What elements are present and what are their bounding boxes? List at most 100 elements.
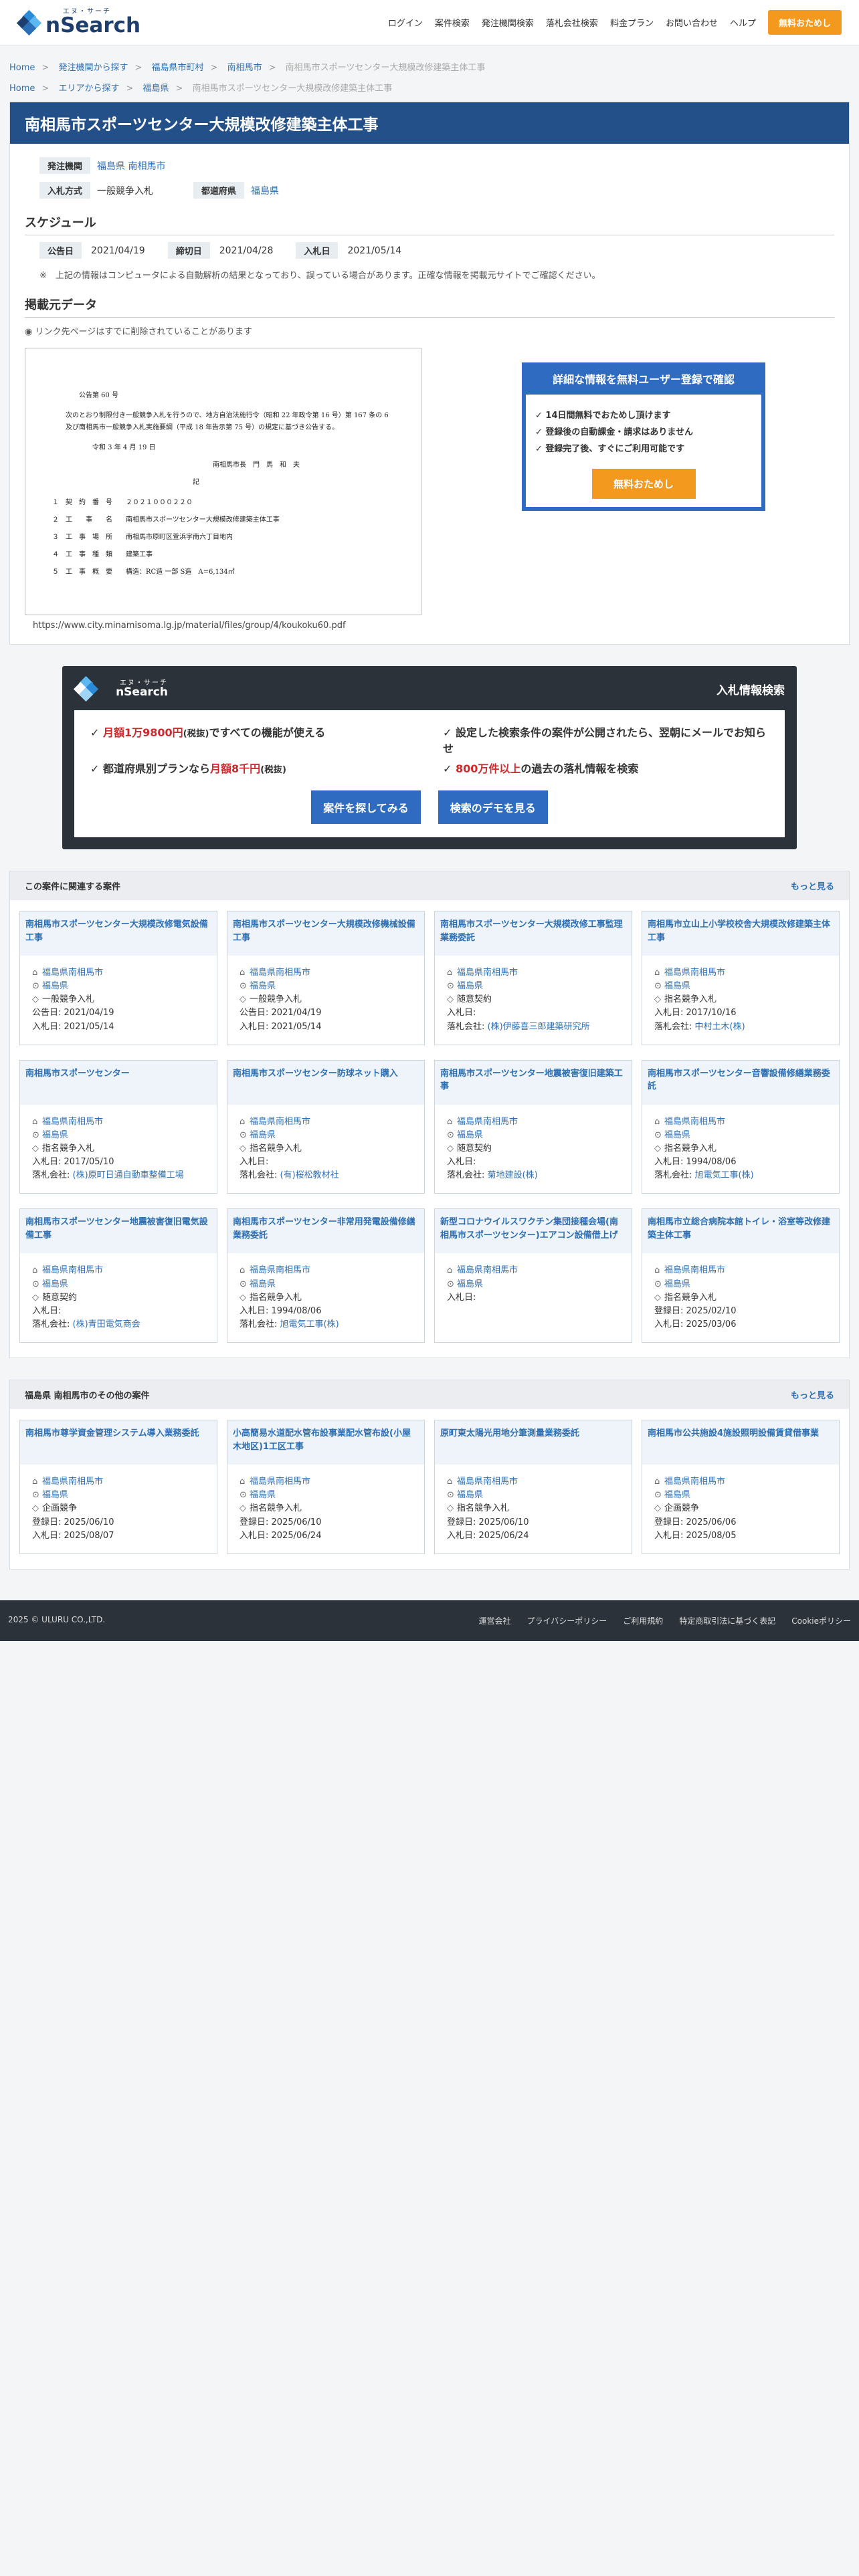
tender-card[interactable]: 南相馬市公共施設4施設照明設備賃貸借事業 ⌂ 福島県南相馬市 ⊙ 福島県 ◇ 企画競争 登録日… <box>642 1420 840 1554</box>
site-logo[interactable]: エヌ・サーチ nSearch <box>16 9 140 36</box>
find-tenders-button[interactable]: 案件を探してみる <box>311 790 421 824</box>
card-pref-link[interactable]: 福島県 <box>457 981 483 991</box>
card-pref-link[interactable]: 福島県 <box>664 981 690 991</box>
card-title[interactable]: 南相馬市立山上小学校校舎大規模改修建築主体工事 <box>642 911 839 956</box>
tender-card[interactable]: 南相馬市スポーツセンター防球ネット購入 ⌂ 福島県南相馬市 ⊙ 福島県 ◇ 指名競争入札 入札… <box>227 1059 425 1194</box>
tender-card[interactable]: 南相馬市スポーツセンター非常用発電設備修繕業務委託 ⌂ 福島県南相馬市 ⊙ 福島県 ◇ 指名… <box>227 1208 425 1344</box>
card-title[interactable]: 南相馬市スポーツセンター大規模改修電気設備工事 <box>20 911 217 956</box>
crumb-home[interactable]: Home <box>9 84 35 94</box>
card-title[interactable]: 南相馬市尊学資金管理システム導入業務委託 <box>20 1420 217 1465</box>
tender-card[interactable]: 南相馬市尊学資金管理システム導入業務委託 ⌂ 福島県南相馬市 ⊙ 福島県 ◇ 企画競争 登録日… <box>19 1420 217 1554</box>
nav-org-search[interactable]: 発注機関検索 <box>482 16 534 29</box>
card-org-link[interactable]: 福島県南相馬市 <box>457 968 518 978</box>
tender-card[interactable]: 南相馬市スポーツセンター大規模改修工事監理業務委託 ⌂ 福島県南相馬市 ⊙ 福島県 ◇ 随意… <box>434 911 632 1045</box>
nav-help[interactable]: ヘルプ <box>730 16 756 29</box>
promo-free-trial-button[interactable]: 無料おためし <box>591 469 696 499</box>
tender-card[interactable]: 南相馬市立総合病院本館トイレ・浴室等改修建築主体工事 ⌂ 福島県南相馬市 ⊙ 福島県 ◇ 指… <box>642 1208 840 1344</box>
card-org-link[interactable]: 福島県南相馬市 <box>457 1265 518 1275</box>
search-demo-button[interactable]: 検索のデモを見る <box>438 790 548 824</box>
card-winner-link[interactable]: (株)伊藤喜三郎建築研究所 <box>488 1022 590 1032</box>
crumb-minamisoma[interactable]: 南相馬市 <box>227 63 262 73</box>
footer-terms[interactable]: ご利用規約 <box>623 1615 663 1626</box>
tender-card[interactable]: 南相馬市立山上小学校校舎大規模改修建築主体工事 ⌂ 福島県南相馬市 ⊙ 福島県 ◇ 指名競争… <box>642 911 840 1045</box>
card-pref-link[interactable]: 福島県 <box>250 1279 276 1289</box>
card-pref-link[interactable]: 福島県 <box>250 981 276 991</box>
card-org-link[interactable]: 福島県南相馬市 <box>664 1117 725 1127</box>
card-winner-link[interactable]: 旭電気工事(株) <box>695 1170 754 1180</box>
card-org-link[interactable]: 福島県南相馬市 <box>664 1477 725 1487</box>
card-winner-link[interactable]: (株)青田電気商会 <box>73 1319 140 1329</box>
nav-winner-search[interactable]: 落札会社検索 <box>546 16 598 29</box>
card-org-link[interactable]: 福島県南相馬市 <box>457 1117 518 1127</box>
card-org-link[interactable]: 福島県南相馬市 <box>250 1117 310 1127</box>
crumb-fukushima[interactable]: 福島県 <box>143 84 169 94</box>
crumb-home[interactable]: Home <box>9 63 35 73</box>
card-title[interactable]: 南相馬市スポーツセンター音響設備修繕業務委託 <box>642 1060 839 1105</box>
card-title[interactable]: 南相馬市スポーツセンター地震被害復旧建築工事 <box>435 1060 632 1105</box>
card-title[interactable]: 南相馬市公共施設4施設照明設備賃貸借事業 <box>642 1420 839 1465</box>
card-winner-link[interactable]: (株)原町日通自動車整備工場 <box>73 1170 184 1180</box>
card-pref-link[interactable]: 福島県 <box>42 981 68 991</box>
card-title[interactable]: 南相馬市スポーツセンター大規模改修工事監理業務委託 <box>435 911 632 956</box>
footer-commerce[interactable]: 特定商取引法に基づく表記 <box>679 1615 775 1626</box>
footer-company[interactable]: 運営会社 <box>478 1615 510 1626</box>
pdf-url[interactable]: https://www.city.minamisoma.lg.jp/materi… <box>33 621 421 631</box>
card-org-link[interactable]: 福島県南相馬市 <box>664 1265 725 1275</box>
card-pref-link[interactable]: 福島県 <box>664 1490 690 1500</box>
card-title[interactable]: 南相馬市スポーツセンター地震被害復旧電気設備工事 <box>20 1209 217 1254</box>
card-pref-link[interactable]: 福島県 <box>457 1279 483 1289</box>
card-pref-link[interactable]: 福島県 <box>457 1490 483 1500</box>
more-link[interactable]: もっと見る <box>791 879 834 892</box>
card-pref-link[interactable]: 福島県 <box>250 1490 276 1500</box>
card-pref-link[interactable]: 福島県 <box>664 1130 690 1140</box>
card-title[interactable]: 南相馬市スポーツセンター非常用発電設備修繕業務委託 <box>227 1209 424 1254</box>
crumb-by-area[interactable]: エリアから探す <box>58 84 119 94</box>
org-link[interactable]: 福島県 南相馬市 <box>97 159 165 173</box>
card-title[interactable]: 原町東太陽光用地分筆測量業務委託 <box>435 1420 632 1465</box>
card-pref-link[interactable]: 福島県 <box>457 1130 483 1140</box>
card-title[interactable]: 新型コロナウイルスワクチン集団接種会場(南相馬市スポーツセンター)エアコン設備借… <box>435 1209 632 1254</box>
crumb-fukushima-cities[interactable]: 福島県市町村 <box>152 63 204 73</box>
pdf-preview[interactable]: 公告第 60 号 次のとおり制限付き一般競争入札を行うので、地方自治法施行令（昭… <box>25 348 421 615</box>
card-org-link[interactable]: 福島県南相馬市 <box>664 968 725 978</box>
footer-privacy[interactable]: プライバシーポリシー <box>527 1615 607 1626</box>
tender-card[interactable]: 新型コロナウイルスワクチン集団接種会場(南相馬市スポーツセンター)エアコン設備借… <box>434 1208 632 1344</box>
card-winner-link[interactable]: 旭電気工事(株) <box>280 1319 339 1329</box>
card-winner-link[interactable]: 中村土木(株) <box>695 1022 745 1032</box>
tender-card[interactable]: 南相馬市スポーツセンター地震被害復旧建築工事 ⌂ 福島県南相馬市 ⊙ 福島県 ◇ 随意契約入… <box>434 1059 632 1194</box>
crumb-by-org[interactable]: 発注機関から探す <box>58 63 128 73</box>
tender-card[interactable]: 南相馬市スポーツセンター音響設備修繕業務委託 ⌂ 福島県南相馬市 ⊙ 福島県 ◇ 指名競争入… <box>642 1059 840 1194</box>
card-org-link[interactable]: 福島県南相馬市 <box>42 1265 103 1275</box>
card-org-link[interactable]: 福島県南相馬市 <box>250 1477 310 1487</box>
card-pref-link[interactable]: 福島県 <box>42 1279 68 1289</box>
card-org-link[interactable]: 福島県南相馬市 <box>42 1117 103 1127</box>
tender-card[interactable]: 南相馬市スポーツセンター ⌂ 福島県南相馬市 ⊙ 福島県 ◇ 指名競争入札 入札日: 2017… <box>19 1059 217 1194</box>
card-title[interactable]: 南相馬市立総合病院本館トイレ・浴室等改修建築主体工事 <box>642 1209 839 1254</box>
nav-login[interactable]: ログイン <box>388 16 423 29</box>
card-pref-link[interactable]: 福島県 <box>250 1130 276 1140</box>
card-pref-link[interactable]: 福島県 <box>664 1279 690 1289</box>
card-title[interactable]: 南相馬市スポーツセンター大規模改修機械設備工事 <box>227 911 424 956</box>
pref-link[interactable]: 福島県 <box>251 184 279 197</box>
card-pref-link[interactable]: 福島県 <box>42 1130 68 1140</box>
tender-card[interactable]: 小高簡易水道配水管布設事業配水管布設(小屋木地区)1工区工事 ⌂ 福島県南相馬市 ⊙ 福… <box>227 1420 425 1554</box>
card-title[interactable]: 小高簡易水道配水管布設事業配水管布設(小屋木地区)1工区工事 <box>227 1420 424 1465</box>
footer-cookie[interactable]: Cookieポリシー <box>791 1615 851 1626</box>
nav-contact[interactable]: お問い合わせ <box>666 16 718 29</box>
card-pref-link[interactable]: 福島県 <box>42 1490 68 1500</box>
card-title[interactable]: 南相馬市スポーツセンター防球ネット購入 <box>227 1060 424 1105</box>
tender-card[interactable]: 南相馬市スポーツセンター地震被害復旧電気設備工事 ⌂ 福島県南相馬市 ⊙ 福島県 ◇ 随意契… <box>19 1208 217 1344</box>
nav-search[interactable]: 案件検索 <box>435 16 470 29</box>
card-title[interactable]: 南相馬市スポーツセンター <box>20 1060 217 1105</box>
card-org-link[interactable]: 福島県南相馬市 <box>457 1477 518 1487</box>
card-org-link[interactable]: 福島県南相馬市 <box>42 968 103 978</box>
card-org-link[interactable]: 福島県南相馬市 <box>250 1265 310 1275</box>
card-winner-link[interactable]: (有)桜松教材社 <box>280 1170 339 1180</box>
tender-card[interactable]: 南相馬市スポーツセンター大規模改修機械設備工事 ⌂ 福島県南相馬市 ⊙ 福島県 ◇ 一般競争… <box>227 911 425 1045</box>
free-trial-button[interactable]: 無料おためし <box>767 10 842 35</box>
nav-pricing[interactable]: 料金プラン <box>610 16 654 29</box>
card-org-link[interactable]: 福島県南相馬市 <box>250 968 310 978</box>
tender-card[interactable]: 原町東太陽光用地分筆測量業務委託 ⌂ 福島県南相馬市 ⊙ 福島県 ◇ 指名競争入札 登録日: … <box>434 1420 632 1554</box>
card-org-link[interactable]: 福島県南相馬市 <box>42 1477 103 1487</box>
tender-card[interactable]: 南相馬市スポーツセンター大規模改修電気設備工事 ⌂ 福島県南相馬市 ⊙ 福島県 ◇ 一般競争… <box>19 911 217 1045</box>
